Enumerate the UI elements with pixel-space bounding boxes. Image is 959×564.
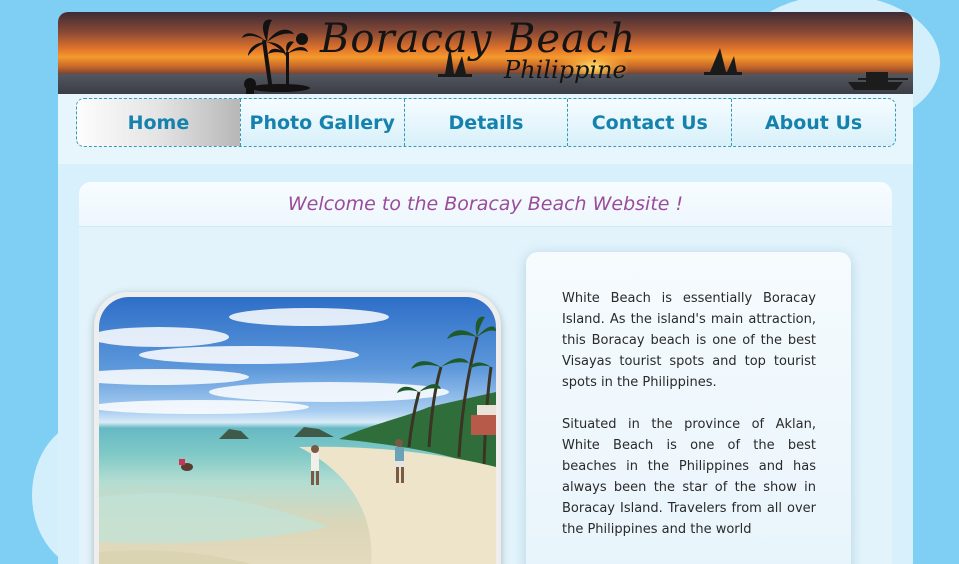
- nav-details[interactable]: Details: [405, 99, 569, 146]
- welcome-header: Welcome to the Boracay Beach Website !: [79, 182, 892, 227]
- description-paragraph: White Beach is essentially Boracay Islan…: [562, 291, 816, 390]
- nav-home[interactable]: Home: [77, 99, 241, 146]
- page-container: Boracay Beach Philippine Home Photo Gall…: [58, 12, 913, 564]
- main-nav: Home Photo Gallery Details Contact Us Ab…: [76, 98, 896, 147]
- nav-about-us[interactable]: About Us: [732, 99, 895, 146]
- description-paragraph: Situated in the province of Aklan, White…: [562, 417, 816, 537]
- palm-tree-icon: [242, 19, 310, 94]
- site-subtitle: Philippine: [504, 56, 627, 84]
- nav-photo-gallery[interactable]: Photo Gallery: [241, 99, 405, 146]
- content-panel: Welcome to the Boracay Beach Website ! W…: [79, 182, 892, 564]
- beach-photo-frame: [94, 292, 501, 564]
- welcome-heading: Welcome to the Boracay Beach Website !: [287, 193, 684, 215]
- header-banner: Boracay Beach Philippine: [58, 12, 913, 94]
- description-card: White Beach is essentially Boracay Islan…: [526, 252, 851, 564]
- boat: [848, 72, 908, 90]
- beach-photo: [99, 297, 496, 564]
- nav-contact-us[interactable]: Contact Us: [568, 99, 733, 146]
- sailboat: [704, 48, 742, 75]
